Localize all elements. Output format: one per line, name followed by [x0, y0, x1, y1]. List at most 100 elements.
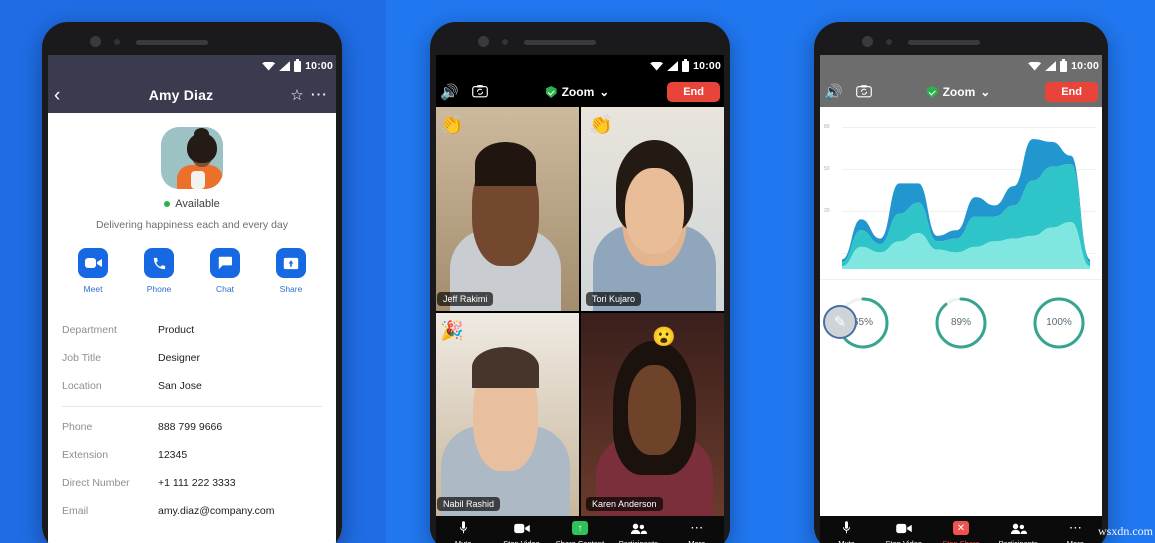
more-dots-icon: ⋯ — [1068, 520, 1082, 535]
earpiece-speaker — [524, 40, 596, 45]
battery-icon — [1060, 58, 1068, 72]
meeting-app-label[interactable]: Zoom ⌄ — [501, 85, 655, 99]
detail-value: +1 111 222 3333 — [158, 477, 236, 489]
control-stop-video[interactable]: Stop Video — [495, 521, 549, 543]
detail-key: Department — [62, 324, 117, 336]
chevron-down-icon: ⌄ — [980, 85, 991, 99]
phone2-status-bar: 10:00 — [430, 55, 730, 77]
microphone-icon — [436, 521, 490, 536]
action-chat[interactable]: Chat — [200, 248, 250, 294]
signal-icon — [667, 61, 679, 71]
y-axis-tick: 80 — [824, 124, 830, 130]
status-clock: 10:00 — [1071, 60, 1099, 72]
y-axis-tick: 20 — [824, 208, 830, 214]
phone2-screen: 10:00 🔊 Zoom ⌄ End 👏 Jeff Rakimi 👏 Tori … — [430, 55, 730, 543]
control-mute[interactable]: Mute — [820, 521, 874, 543]
detail-key: Email — [62, 505, 89, 517]
status-clock: 10:00 — [693, 60, 721, 72]
action-phone[interactable]: Phone — [134, 248, 184, 294]
app-label-text: Zoom — [942, 85, 976, 99]
detail-key: Location — [62, 380, 102, 392]
pencil-icon[interactable]: ✎ — [823, 305, 857, 339]
share-app-label[interactable]: Zoom ⌄ — [885, 85, 1033, 99]
control-mute[interactable]: Mute — [436, 521, 490, 543]
detail-value: San Jose — [158, 380, 202, 392]
detail-key: Job Title — [62, 352, 102, 364]
presence-label: Available — [175, 198, 220, 210]
control-stop-video[interactable]: Stop Video — [877, 521, 931, 543]
back-chevron-icon[interactable]: ‹ — [54, 86, 76, 105]
flip-camera-icon[interactable] — [855, 84, 872, 101]
action-label: Chat — [216, 284, 234, 294]
control-participants[interactable]: Participants — [991, 521, 1045, 543]
phone1-screen: 10:00 ‹ Amy Diaz ☆ ⋯ Available Deliverin… — [42, 55, 342, 543]
detail-row: Email amy.diaz@company.com — [62, 497, 322, 525]
chat-bubble-icon — [210, 248, 240, 278]
donut-gauge-label: 100% — [1046, 317, 1072, 328]
contact-header: 10:00 ‹ Amy Diaz ☆ ⋯ — [42, 55, 342, 113]
control-more[interactable]: ⋯ More — [670, 520, 724, 543]
battery-icon — [682, 58, 690, 72]
participant-tile[interactable]: 👏 Jeff Rakimi — [432, 107, 579, 311]
star-icon[interactable]: ☆ — [286, 86, 308, 104]
phone1-bezel-right — [336, 55, 342, 543]
reaction-emoji: 🎉 — [440, 320, 464, 342]
donut-gauge: 100% — [1031, 295, 1087, 351]
area-chart: 80 50 20 — [814, 107, 1108, 279]
contact-details: Department Product Job Title Designer Lo… — [62, 316, 322, 525]
speaker-icon[interactable]: 🔊 — [440, 85, 459, 100]
action-meet[interactable]: Meet — [68, 248, 118, 294]
participant-name: Tori Kujaro — [586, 291, 642, 306]
phone1-status-bar: 10:00 — [42, 55, 342, 77]
control-stop-share[interactable]: ✕ Stop Share — [934, 521, 988, 543]
donut-gauge-row: 65% 89% 100% — [814, 279, 1108, 365]
phone3-status-bar: 10:00 — [814, 55, 1108, 77]
end-meeting-button[interactable]: End — [667, 82, 720, 102]
end-meeting-button[interactable]: End — [1045, 82, 1098, 102]
more-dots-icon[interactable]: ⋯ — [308, 86, 330, 103]
donut-gauge-label: 89% — [950, 317, 971, 328]
more-dots-icon: ⋯ — [690, 520, 704, 535]
page-title: Amy Diaz — [148, 87, 214, 103]
control-participants[interactable]: Participants — [611, 521, 665, 543]
speaker-icon[interactable]: 🔊 — [824, 85, 843, 100]
phone3-bezel-top — [814, 22, 1108, 55]
proximity-sensor-icon — [502, 39, 508, 45]
action-share[interactable]: Share — [266, 248, 316, 294]
control-more[interactable]: ⋯ More — [1048, 520, 1102, 543]
phone-contact-profile: 10:00 ‹ Amy Diaz ☆ ⋯ Available Deliverin… — [42, 22, 342, 543]
phone2-bezel-right — [724, 55, 730, 543]
avatar-collar — [191, 171, 205, 189]
microphone-icon — [820, 521, 874, 536]
detail-row: Phone 888 799 9666 — [62, 413, 322, 441]
encryption-shield-icon — [545, 86, 557, 98]
detail-value: 12345 — [158, 449, 188, 461]
participant-tile[interactable]: 🎉 Nabil Rashid — [432, 312, 579, 516]
phone2-bezel-left — [430, 55, 436, 543]
phone-meeting-gallery: 10:00 🔊 Zoom ⌄ End 👏 Jeff Rakimi 👏 Tori … — [430, 22, 730, 543]
phone2-bezel-top — [430, 22, 730, 55]
earpiece-speaker — [136, 40, 208, 45]
front-camera-icon — [90, 36, 101, 47]
phone-icon — [144, 248, 174, 278]
profile-tagline: Delivering happiness each and every day — [95, 219, 289, 231]
flip-camera-icon[interactable] — [471, 84, 488, 101]
control-share-content[interactable]: ↑ Share Content — [553, 521, 607, 543]
detail-key: Extension — [62, 449, 109, 461]
participant-tile-active[interactable]: 👏 Tori Kujaro — [581, 107, 728, 311]
control-label: More — [688, 538, 706, 543]
share-toolbar: 🔊 Zoom ⌄ End — [814, 77, 1108, 107]
donut-gauge: 89% — [933, 295, 989, 351]
presence-status: Available — [62, 198, 322, 210]
detail-row: Extension 12345 — [62, 441, 322, 469]
participant-tile[interactable]: 😮 Karen Anderson — [581, 312, 728, 516]
phone3-screen: 10:00 🔊 Zoom ⌄ End 80 50 20 65% 89% 100%… — [814, 55, 1108, 543]
detail-key: Direct Number — [62, 477, 130, 489]
app-label-text: Zoom — [561, 85, 595, 99]
stop-share-badge: ✕ — [952, 521, 969, 535]
avatar-hair-bun — [194, 128, 209, 140]
presence-dot-icon — [164, 201, 171, 207]
wifi-icon — [650, 61, 664, 71]
reaction-emoji: 😮 — [652, 326, 676, 348]
tile-person-hair — [471, 347, 540, 388]
